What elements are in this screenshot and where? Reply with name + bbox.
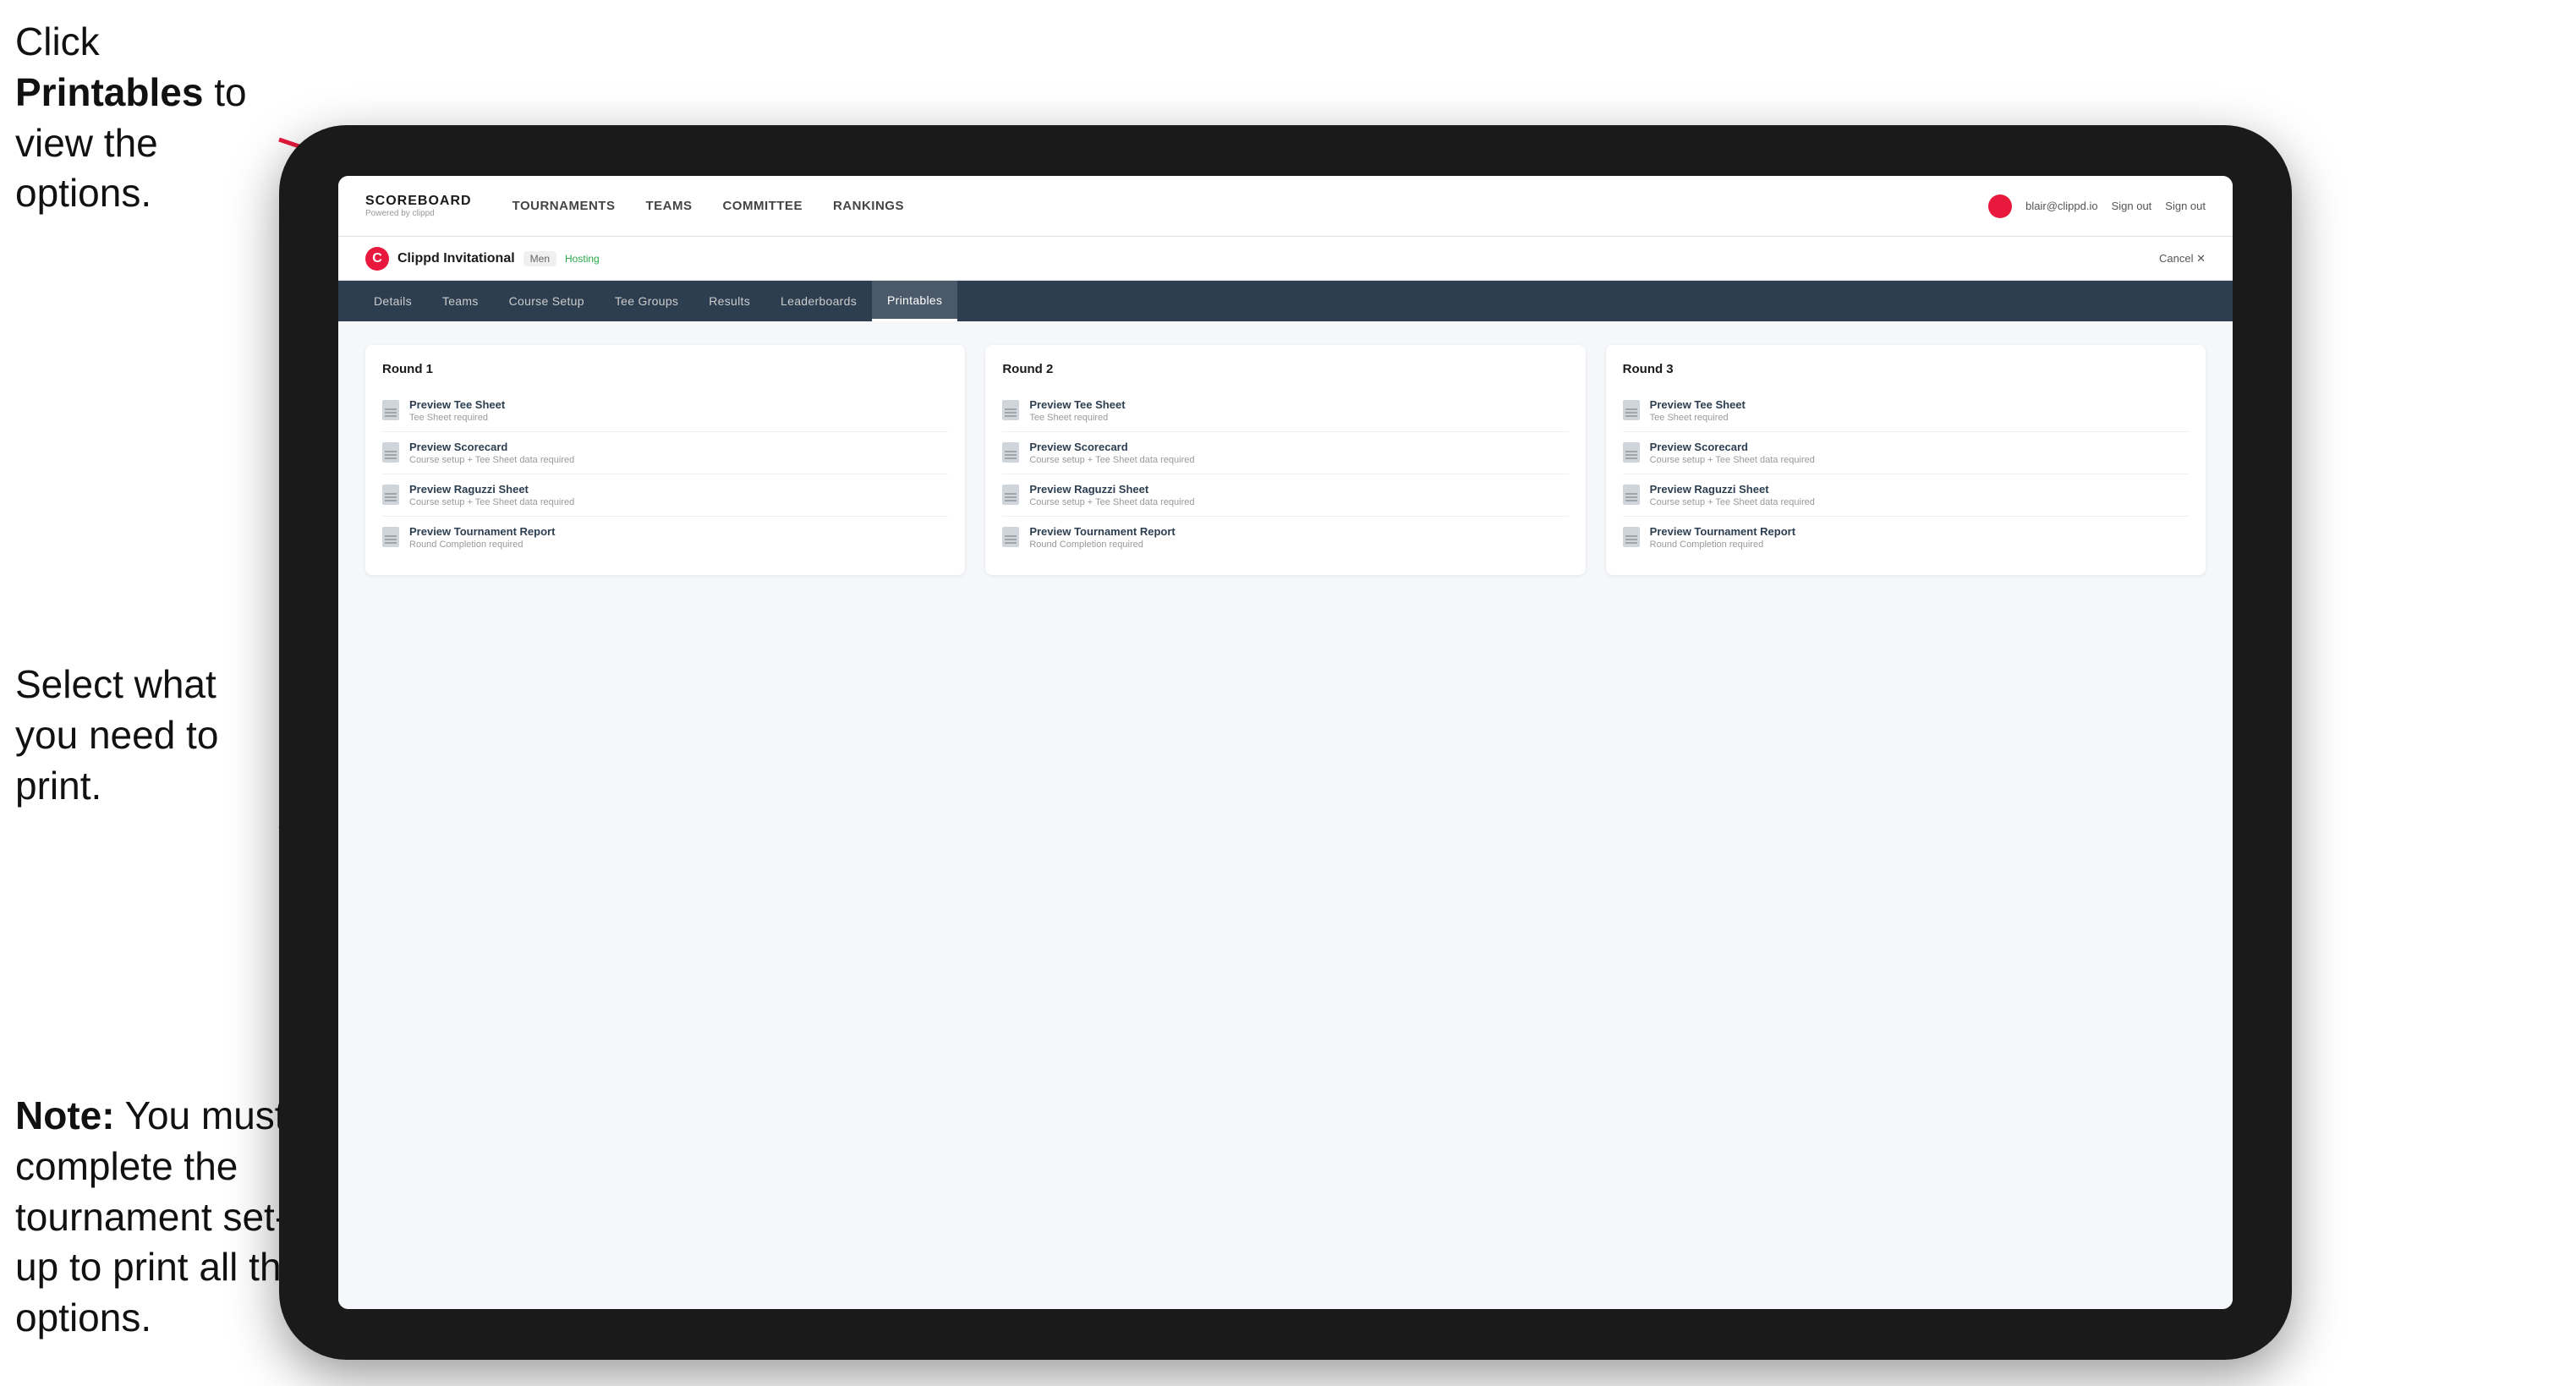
annotation-middle: Select what you need to print.: [15, 660, 277, 811]
round-1-raguzzi[interactable]: Preview Raguzzi Sheet Course setup + Tee…: [382, 474, 948, 517]
rounds-grid: Round 1 Preview Tee Sheet Tee Sheet requ…: [365, 345, 2206, 575]
tee-sheet-subtitle-r2: Tee Sheet required: [1029, 413, 1125, 423]
tab-printables[interactable]: Printables: [872, 281, 957, 321]
scorecard-subtitle-r1: Course setup + Tee Sheet data required: [409, 455, 574, 465]
user-email: blair@clippd.io: [2025, 200, 2097, 212]
round-2-tournament-report[interactable]: Preview Tournament Report Round Completi…: [1002, 517, 1568, 558]
raguzzi-title-r1: Preview Raguzzi Sheet: [409, 483, 574, 496]
nav-item-committee[interactable]: COMMITTEE: [722, 195, 803, 216]
logo-area: SCOREBOARD Powered by clippd: [365, 194, 472, 218]
scorecard-icon-r3: [1623, 442, 1640, 463]
main-content: Round 1 Preview Tee Sheet Tee Sheet requ…: [338, 321, 2233, 1309]
top-nav: SCOREBOARD Powered by clippd TOURNAMENTS…: [338, 176, 2233, 237]
tab-course-setup[interactable]: Course Setup: [494, 281, 600, 321]
tab-results[interactable]: Results: [693, 281, 765, 321]
tee-sheet-icon-r3: [1623, 400, 1640, 420]
scorecard-icon-r1: [382, 442, 399, 463]
raguzzi-title-r2: Preview Raguzzi Sheet: [1029, 483, 1194, 496]
tab-teams[interactable]: Teams: [427, 281, 494, 321]
tee-sheet-subtitle-r1: Tee Sheet required: [409, 413, 505, 423]
round-3-scorecard[interactable]: Preview Scorecard Course setup + Tee She…: [1623, 432, 2189, 474]
raguzzi-icon-r3: [1623, 485, 1640, 505]
tab-tee-groups[interactable]: Tee Groups: [600, 281, 693, 321]
user-avatar: [1988, 194, 2012, 218]
tee-sheet-subtitle-r3: Tee Sheet required: [1650, 413, 1746, 423]
nav-item-rankings[interactable]: RANKINGS: [833, 195, 904, 216]
round-3-tee-sheet[interactable]: Preview Tee Sheet Tee Sheet required: [1623, 390, 2189, 432]
tournament-report-title-r3: Preview Tournament Report: [1650, 525, 1795, 538]
tab-bar: Details Teams Course Setup Tee Groups Re…: [338, 281, 2233, 321]
raguzzi-icon-r1: [382, 485, 399, 505]
tab-details[interactable]: Details: [359, 281, 427, 321]
round-1-tee-sheet[interactable]: Preview Tee Sheet Tee Sheet required: [382, 390, 948, 432]
annotation-top: Click Printables to view the options.: [15, 17, 277, 219]
tournament-report-icon-r2: [1002, 527, 1019, 547]
tournament-report-subtitle-r3: Round Completion required: [1650, 540, 1795, 550]
tournament-status: Hosting: [565, 253, 600, 265]
tee-sheet-title-r2: Preview Tee Sheet: [1029, 398, 1125, 411]
round-2-section: Round 2 Preview Tee Sheet Tee Sheet requ…: [985, 345, 1585, 575]
tournament-name: Clippd Invitational: [397, 251, 515, 266]
tee-sheet-title-r3: Preview Tee Sheet: [1650, 398, 1746, 411]
annotation-top-bold: Printables: [15, 70, 203, 114]
raguzzi-subtitle-r3: Course setup + Tee Sheet data required: [1650, 497, 1815, 507]
cancel-button[interactable]: Cancel ✕: [2159, 252, 2206, 266]
nav-item-tournaments[interactable]: TOURNAMENTS: [512, 195, 616, 216]
round-2-scorecard[interactable]: Preview Scorecard Course setup + Tee She…: [1002, 432, 1568, 474]
logo-title: SCOREBOARD: [365, 194, 472, 209]
tablet-device: SCOREBOARD Powered by clippd TOURNAMENTS…: [279, 125, 2292, 1360]
raguzzi-title-r3: Preview Raguzzi Sheet: [1650, 483, 1815, 496]
round-1-tournament-report[interactable]: Preview Tournament Report Round Completi…: [382, 517, 948, 558]
round-2-title: Round 2: [1002, 362, 1568, 376]
tournament-report-title-r2: Preview Tournament Report: [1029, 525, 1175, 538]
round-1-scorecard[interactable]: Preview Scorecard Course setup + Tee She…: [382, 432, 948, 474]
round-3-raguzzi[interactable]: Preview Raguzzi Sheet Course setup + Tee…: [1623, 474, 2189, 517]
scorecard-title-r2: Preview Scorecard: [1029, 441, 1194, 453]
tab-leaderboards[interactable]: Leaderboards: [765, 281, 872, 321]
round-3-tournament-report[interactable]: Preview Tournament Report Round Completi…: [1623, 517, 2189, 558]
tee-sheet-icon-r2: [1002, 400, 1019, 420]
raguzzi-subtitle-r2: Course setup + Tee Sheet data required: [1029, 497, 1194, 507]
tablet-screen: SCOREBOARD Powered by clippd TOURNAMENTS…: [338, 176, 2233, 1309]
round-2-raguzzi[interactable]: Preview Raguzzi Sheet Course setup + Tee…: [1002, 474, 1568, 517]
sign-out-text[interactable]: Sign out: [2165, 200, 2206, 212]
nav-item-teams[interactable]: TEAMS: [645, 195, 692, 216]
tournament-logo: C: [365, 247, 389, 271]
round-1-section: Round 1 Preview Tee Sheet Tee Sheet requ…: [365, 345, 965, 575]
scorecard-subtitle-r2: Course setup + Tee Sheet data required: [1029, 455, 1194, 465]
tournament-report-title-r1: Preview Tournament Report: [409, 525, 555, 538]
raguzzi-subtitle-r1: Course setup + Tee Sheet data required: [409, 497, 574, 507]
tee-sheet-title-r1: Preview Tee Sheet: [409, 398, 505, 411]
round-2-tee-sheet[interactable]: Preview Tee Sheet Tee Sheet required: [1002, 390, 1568, 432]
logo-subtitle: Powered by clippd: [365, 209, 472, 218]
round-3-title: Round 3: [1623, 362, 2189, 376]
sign-out-link[interactable]: Sign out: [2112, 200, 2152, 212]
tournament-report-subtitle-r1: Round Completion required: [409, 540, 555, 550]
nav-right: blair@clippd.io Sign out Sign out: [1988, 194, 2206, 218]
annotation-bottom-bold: Note:: [15, 1093, 115, 1137]
round-1-title: Round 1: [382, 362, 948, 376]
annotation-bottom: Note: You must complete the tournament s…: [15, 1091, 320, 1344]
scorecard-title-r3: Preview Scorecard: [1650, 441, 1815, 453]
scorecard-icon-r2: [1002, 442, 1019, 463]
scorecard-title-r1: Preview Scorecard: [409, 441, 574, 453]
tournament-report-subtitle-r2: Round Completion required: [1029, 540, 1175, 550]
tee-sheet-icon-r1: [382, 400, 399, 420]
tournament-badge: Men: [523, 251, 556, 266]
main-nav: TOURNAMENTS TEAMS COMMITTEE RANKINGS: [512, 195, 1989, 216]
round-3-section: Round 3 Preview Tee Sheet Tee Sheet requ…: [1606, 345, 2206, 575]
scorecard-subtitle-r3: Course setup + Tee Sheet data required: [1650, 455, 1815, 465]
tournament-report-icon-r1: [382, 527, 399, 547]
raguzzi-icon-r2: [1002, 485, 1019, 505]
tournament-report-icon-r3: [1623, 527, 1640, 547]
tournament-header: C Clippd Invitational Men Hosting Cancel…: [338, 237, 2233, 281]
